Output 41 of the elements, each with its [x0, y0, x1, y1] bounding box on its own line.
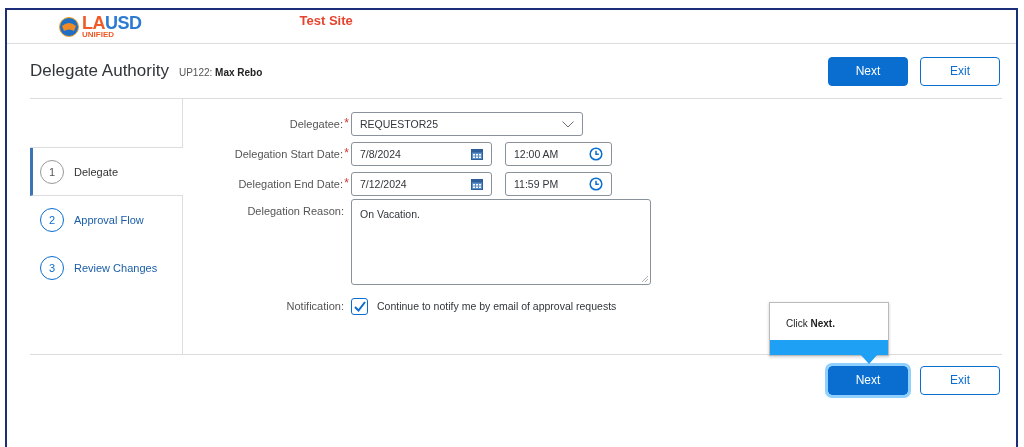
required-mark: *	[343, 178, 349, 188]
tooltip-pointer-icon	[860, 354, 878, 364]
step-label: Review Changes	[74, 262, 158, 274]
exit-button[interactable]: Exit	[920, 365, 1000, 395]
time-field[interactable]: 12:00 AM	[505, 142, 612, 166]
field-label: Notification:	[286, 300, 344, 312]
date-field[interactable]: 7/12/2024	[351, 172, 492, 196]
next-button[interactable]: Next	[828, 365, 908, 395]
resize-handle-icon	[642, 276, 648, 282]
checkbox-label: Continue to notify me by email of approval requests	[377, 300, 617, 312]
text-area[interactable]: On Vacation.	[351, 199, 651, 285]
logo-text: LAUSD	[82, 14, 142, 32]
page-title: Delegate Authority	[30, 61, 169, 81]
clock-icon	[589, 177, 603, 191]
required-mark: *	[343, 148, 349, 158]
user-label: UP122: Max Rebo	[178, 67, 263, 78]
required-mark: *	[343, 118, 349, 128]
exit-button[interactable]: Exit	[920, 56, 1000, 86]
step-tab[interactable]: 2 Approval Flow	[30, 196, 182, 244]
next-button[interactable]: Next	[828, 56, 908, 86]
step-tab[interactable]: 3 Review Changes	[30, 244, 182, 292]
step-tab[interactable]: 1 Delegate	[30, 148, 183, 196]
logo-subtitle: UNIFIED	[82, 31, 115, 39]
checkmark-icon	[353, 300, 366, 312]
checkbox[interactable]	[351, 297, 368, 315]
tooltip-text: Click Next.	[785, 317, 836, 331]
clock-icon	[589, 147, 603, 161]
field-label: Delegatee:	[289, 118, 343, 130]
step-label: Delegate	[74, 165, 119, 178]
field-label: Delegation Start Date:	[234, 148, 343, 160]
calendar-icon	[471, 148, 483, 160]
step-label: Approval Flow	[74, 214, 144, 226]
globe-icon	[59, 16, 79, 37]
field-label: Delegation End Date:	[238, 178, 343, 190]
dropdown-field[interactable]: REQUESTOR25	[351, 112, 583, 136]
time-field[interactable]: 11:59 PM	[505, 172, 612, 196]
field-label: Delegation Reason:	[247, 205, 344, 217]
date-field[interactable]: 7/8/2024	[351, 142, 492, 166]
chevron-down-icon	[562, 120, 574, 128]
site-label: Test Site	[299, 13, 353, 28]
calendar-icon	[471, 178, 483, 190]
